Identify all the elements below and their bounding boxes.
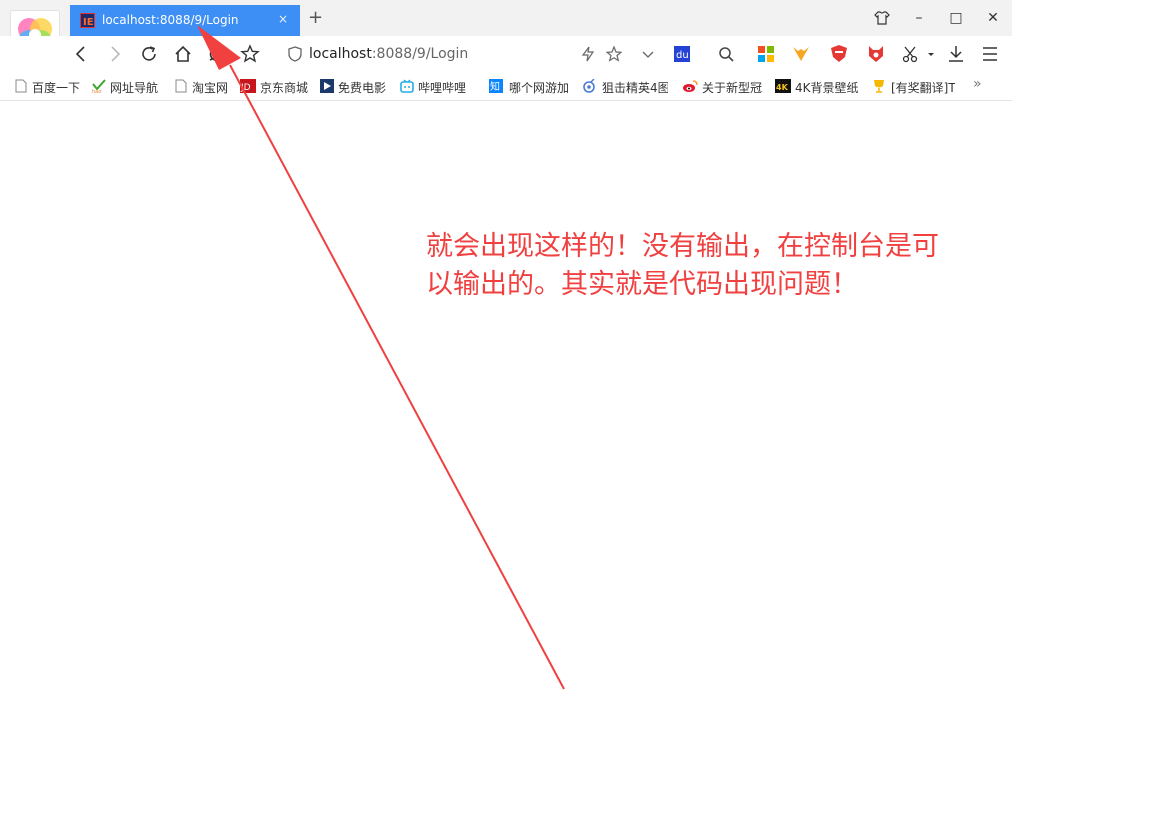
arrow-head (197, 25, 241, 70)
arrow-shaft (229, 64, 565, 690)
annotation-arrow (197, 25, 565, 690)
